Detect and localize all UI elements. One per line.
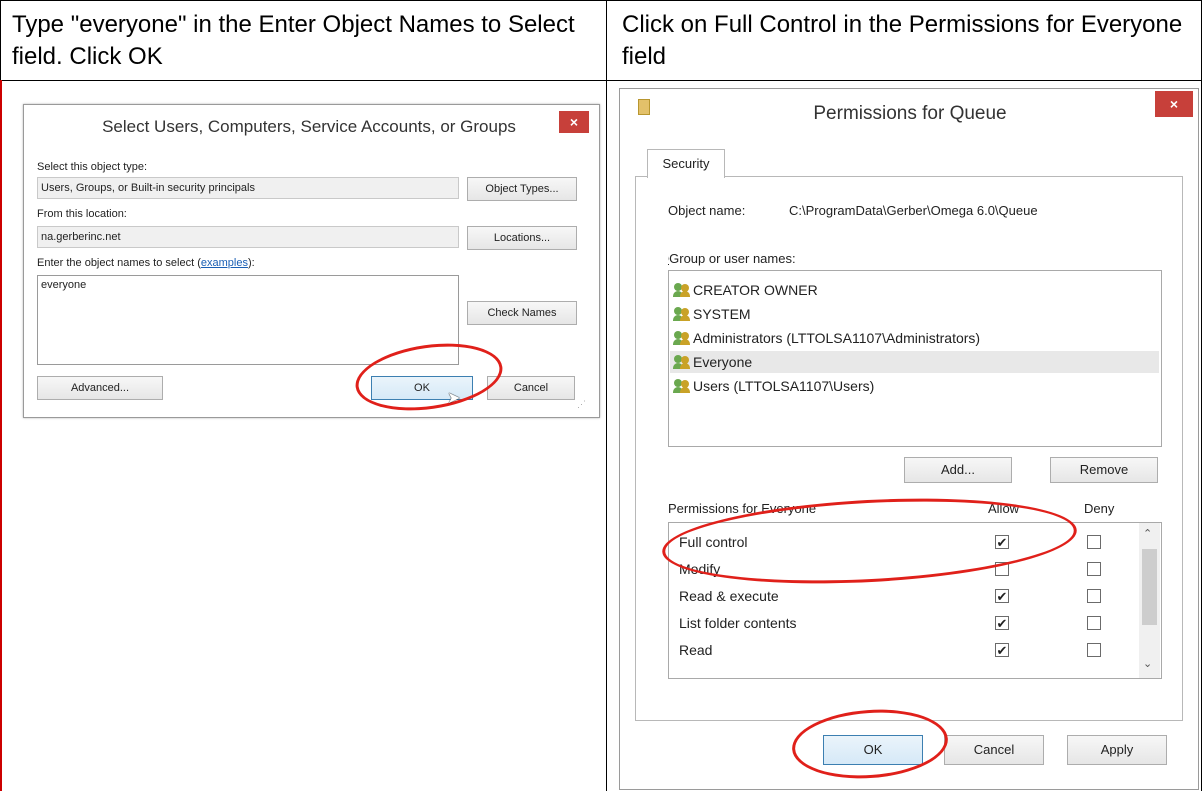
object-type-label: Select this object type:: [37, 161, 148, 173]
user-name: Everyone: [693, 354, 753, 370]
user-list[interactable]: CREATOR OWNER SYSTEM Administrators (LTTOL…: [668, 270, 1162, 447]
user-name: SYSTEM: [693, 306, 751, 322]
add-button[interactable]: Add...: [904, 457, 1012, 483]
step-left-instruction: Type "everyone" in the Enter Object Name…: [12, 11, 575, 70]
apply-button[interactable]: Apply: [1067, 735, 1167, 765]
user-group-icon: [673, 283, 691, 297]
scroll-thumb[interactable]: [1142, 549, 1157, 625]
enter-names-label-text: Enter the object names to select (: [37, 257, 201, 269]
group-names-label-text: Group or user names:: [669, 251, 796, 266]
select-users-dialog: Select Users, Computers, Service Account…: [23, 104, 600, 418]
table-left-border-red: [0, 80, 2, 791]
remove-button[interactable]: Remove: [1050, 457, 1158, 483]
security-panel: Object name: C:\ProgramData\Gerber\Omega…: [635, 176, 1183, 721]
user-list-item[interactable]: Administrators (LTTOLSA1107\Administrato…: [673, 327, 980, 349]
user-name: Users (LTTOLSA1107\Users): [693, 378, 875, 394]
enter-names-label: Enter the object names to select (exampl…: [37, 257, 255, 269]
close-icon[interactable]: ×: [559, 111, 589, 133]
permission-name: Read: [679, 642, 713, 658]
deny-checkbox[interactable]: [1087, 589, 1101, 603]
object-names-value: everyone: [41, 279, 87, 291]
table-column-divider: [606, 0, 607, 791]
scroll-down-icon[interactable]: ⌄: [1143, 657, 1152, 670]
scroll-up-icon[interactable]: ⌃: [1143, 527, 1152, 540]
user-list-item[interactable]: SYSTEM: [673, 303, 751, 325]
user-list-item[interactable]: Users (LTTOLSA1107\Users): [673, 375, 874, 397]
deny-checkbox[interactable]: [1087, 643, 1101, 657]
user-list-item[interactable]: Everyone: [670, 351, 1159, 373]
permission-row: Read & execute ✔: [669, 583, 1129, 609]
permissions-dialog: Permissions for Queue × Security Object …: [619, 88, 1199, 790]
object-type-field: Users, Groups, or Built-in security prin…: [37, 177, 459, 199]
deny-checkbox[interactable]: [1087, 562, 1101, 576]
permissions-scrollbar[interactable]: ⌃ ⌄: [1139, 523, 1160, 678]
enter-names-label-end: ):: [247, 257, 255, 269]
table-top-border: [0, 0, 1202, 1]
permission-row: List folder contents ✔: [669, 610, 1129, 636]
folder-icon: [638, 99, 650, 115]
tab-security[interactable]: Security: [647, 149, 725, 178]
allow-checkbox[interactable]: ✔: [995, 643, 1009, 657]
cancel-button[interactable]: Cancel: [944, 735, 1044, 765]
permissions-title: Permissions for Queue: [813, 103, 1007, 124]
table-left-border: [0, 0, 1, 80]
cancel-button[interactable]: Cancel: [487, 376, 575, 400]
step-right-instruction: Click on Full Control in the Permissions…: [622, 11, 1183, 70]
object-types-button[interactable]: Object Types...: [467, 177, 577, 201]
user-group-icon: [673, 307, 691, 321]
resize-grip-icon[interactable]: ⋰: [577, 399, 586, 410]
table-header-divider: [0, 80, 1202, 81]
dialog-title: Select Users, Computers, Service Account…: [102, 117, 516, 136]
allow-checkbox[interactable]: ✔: [995, 589, 1009, 603]
group-names-label: GGroup or user names:: [668, 251, 796, 266]
close-icon[interactable]: ×: [1155, 91, 1193, 117]
deny-checkbox[interactable]: [1087, 616, 1101, 630]
mouse-cursor-icon: ➤: [447, 390, 461, 407]
user-name: Administrators (LTTOLSA1107\Administrato…: [693, 330, 981, 346]
deny-checkbox[interactable]: [1087, 535, 1101, 549]
deny-header: Deny: [1084, 501, 1115, 516]
permission-name: List folder contents: [679, 615, 797, 631]
user-name: CREATOR OWNER: [693, 282, 818, 298]
check-names-button[interactable]: Check Names: [467, 301, 577, 325]
object-name-value: C:\ProgramData\Gerber\Omega 6.0\Queue: [789, 203, 1038, 218]
location-label: From this location:: [37, 208, 127, 220]
object-name-label: Object name:: [668, 203, 746, 218]
allow-checkbox[interactable]: ✔: [995, 616, 1009, 630]
locations-button[interactable]: Locations...: [467, 226, 577, 250]
user-group-icon: [673, 379, 691, 393]
advanced-button[interactable]: Advanced...: [37, 376, 163, 400]
user-group-icon: [673, 331, 691, 345]
permission-row: Read ✔: [669, 637, 1129, 663]
location-field: na.gerberinc.net: [37, 226, 459, 248]
user-group-icon: [673, 355, 691, 369]
user-list-item[interactable]: CREATOR OWNER: [673, 279, 818, 301]
permission-name: Read & execute: [679, 588, 779, 604]
examples-link[interactable]: examples: [201, 257, 248, 269]
